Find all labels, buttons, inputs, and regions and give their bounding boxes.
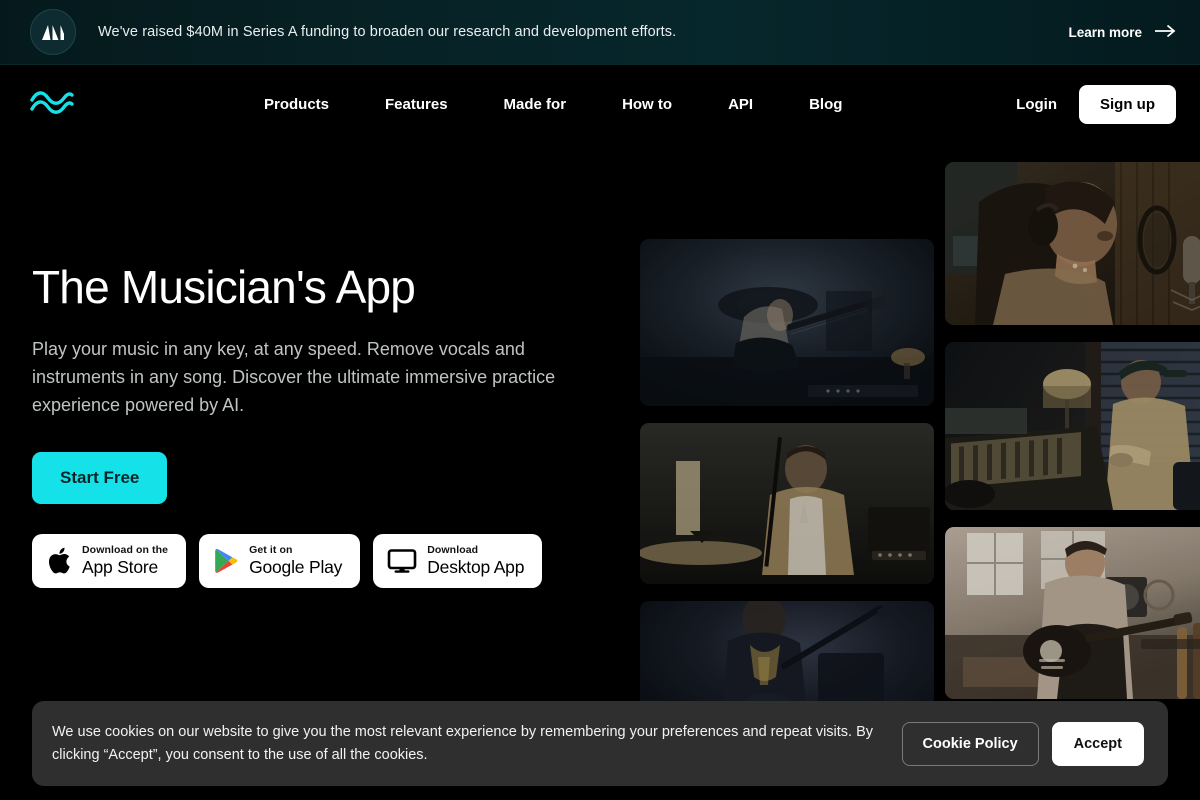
hero-content: The Musician's App Play your music in an… [32,262,612,588]
cookie-banner-actions: Cookie Policy Accept [901,721,1144,766]
desktop-app-main-label: Desktop App [427,556,525,577]
gallery-photo-home-studio-guitarist [945,527,1200,699]
desktop-monitor-icon [387,548,417,574]
nav-link-api[interactable]: API [728,88,753,121]
soundwave-logo-icon[interactable] [30,89,74,119]
app-store-badge[interactable]: Download on the App Store [32,533,187,588]
app-store-main-label: App Store [82,556,159,577]
google-play-badge[interactable]: Get it on Google Play [199,533,361,588]
accept-cookies-button[interactable]: Accept [1051,721,1144,766]
announcement-text: We've raised $40M in Series A funding to… [98,24,677,40]
learn-more-link[interactable]: Learn more [1068,24,1176,41]
gallery-photo-producer-console [945,342,1200,510]
gallery-photo-guitarist-stage [640,239,934,406]
nav-link-products[interactable]: Products [264,88,329,121]
cookie-policy-button[interactable]: Cookie Policy [901,721,1039,766]
learn-more-label: Learn more [1068,24,1142,40]
signup-button[interactable]: Sign up [1079,84,1176,124]
app-store-top-label: Download on the [82,544,169,557]
gallery-photo-singer-microphone [945,162,1200,325]
desktop-app-badge[interactable]: Download Desktop App [373,533,543,588]
nav-link-made-for[interactable]: Made for [504,88,567,121]
gallery-middle-column [640,239,934,779]
start-free-button[interactable]: Start Free [32,451,168,504]
desktop-app-top-label: Download [427,544,479,557]
nav-link-blog[interactable]: Blog [809,88,842,121]
cookie-consent-banner: We use cookies on our website to give yo… [32,701,1168,786]
nav-account-actions: Login Sign up [1016,84,1176,124]
google-play-main-label: Google Play [249,556,343,577]
google-play-logo-icon [213,547,239,575]
page-title: The Musician's App [32,261,416,313]
apple-logo-icon [46,546,72,576]
cookie-banner-text: We use cookies on our website to give yo… [52,724,874,763]
nav-link-how-to[interactable]: How to [622,88,672,121]
nav-links: Products Features Made for How to API Bl… [264,88,842,121]
gallery-right-column [945,162,1200,716]
announcement-banner: We've raised $40M in Series A funding to… [0,0,1200,65]
store-badge-row: Download on the App Store Get it on Goog… [32,533,612,588]
landing-page: We've raised $40M in Series A funding to… [0,0,1200,800]
gallery-photo-drummer [640,423,934,584]
nav-link-features[interactable]: Features [385,88,448,121]
google-play-top-label: Get it on [249,544,293,557]
arrow-right-icon [1154,24,1176,41]
login-link[interactable]: Login [1016,96,1057,113]
hero-subtitle: Play your music in any key, at any speed… [32,338,556,416]
main-navbar: Products Features Made for How to API Bl… [0,65,1200,143]
mountain-monogram-logo-icon [30,9,76,55]
